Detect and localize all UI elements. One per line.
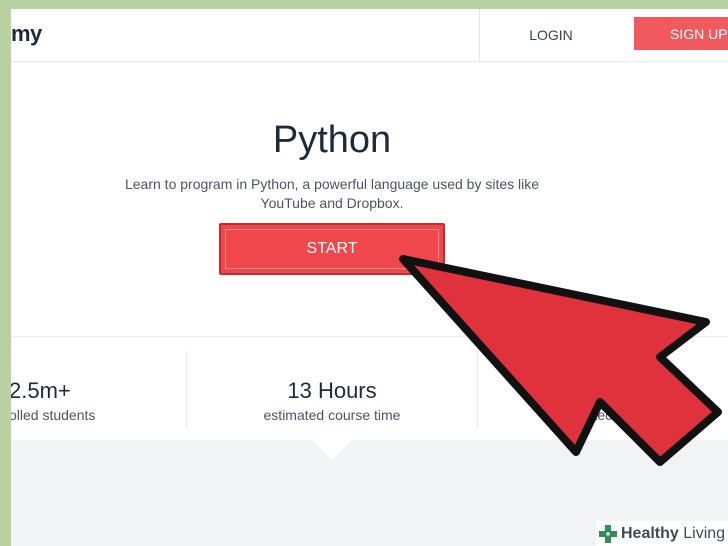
start-button[interactable]: START [219, 223, 445, 275]
stat-value: 2.5m+ [11, 378, 71, 403]
stat-label: ed technical [574, 407, 649, 423]
watermark-text: Healthy Living [621, 525, 725, 543]
course-description-line-2: YouTube and Dropbox. [260, 195, 404, 211]
stat-value: 13 Hours [287, 378, 377, 403]
stat-level: Begi ed technical [478, 337, 728, 441]
browser-viewport: my LOGIN SIGN UP Python Learn to program… [11, 9, 728, 546]
plus-cross-icon [599, 524, 617, 543]
login-button[interactable]: LOGIN [479, 9, 622, 61]
course-description: Learn to program in Python, a powerful l… [111, 175, 553, 213]
site-logo[interactable]: my [11, 21, 42, 47]
section-pointer [312, 440, 352, 460]
stat-value: Begi [581, 378, 626, 403]
signup-button[interactable]: SIGN UP [634, 17, 728, 50]
course-stats: 2.5m+ olled students 13 Hours estimated … [11, 336, 728, 441]
course-title: Python [272, 119, 392, 161]
stat-course-time: 13 Hours estimated course time [187, 337, 477, 441]
stat-label: estimated course time [263, 407, 401, 423]
course-description-line-1: Learn to program in Python, a powerful l… [124, 176, 540, 192]
watermark-brand-light: Living [678, 524, 726, 542]
top-navigation: my LOGIN SIGN UP [11, 9, 728, 62]
watermark-brand-bold: Healthy [621, 524, 679, 542]
stat-label: olled students [11, 407, 96, 423]
stat-students: 2.5m+ olled students [11, 337, 186, 441]
watermark: Healthy Living [596, 521, 728, 546]
